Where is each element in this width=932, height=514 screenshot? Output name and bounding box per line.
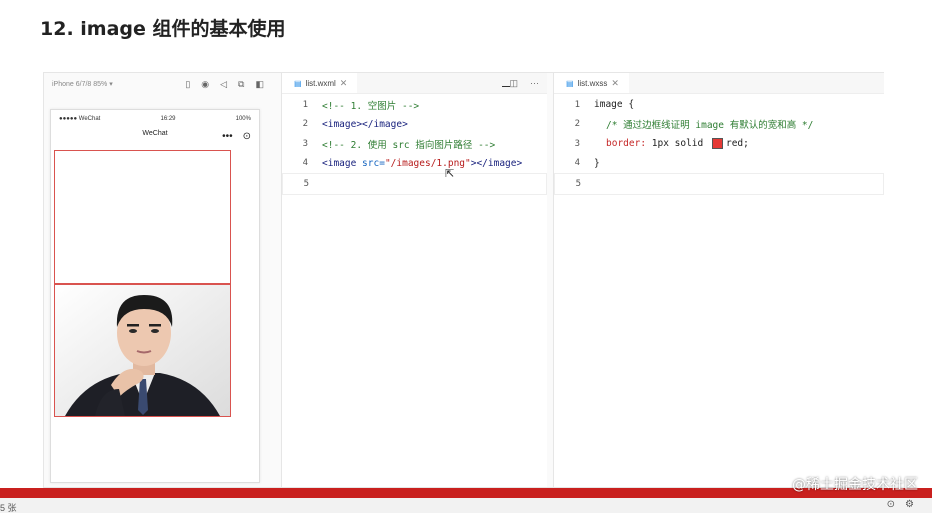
code-comment: /* 通过边框线证明 image 有默认的宽和高 */ bbox=[606, 120, 814, 132]
file-icon: ▤ bbox=[566, 78, 574, 88]
code-tag: <image bbox=[322, 157, 363, 169]
line-number: 2 bbox=[302, 119, 308, 130]
code-attr: src= bbox=[362, 157, 385, 169]
code-property: border: bbox=[606, 138, 647, 150]
portrait-image bbox=[54, 284, 231, 417]
phone-icon[interactable]: ▯ bbox=[185, 79, 190, 90]
line-number: 1 bbox=[302, 99, 308, 110]
line-number: 5 bbox=[303, 178, 309, 189]
line-number: 5 bbox=[575, 178, 581, 189]
tab-list-wxss[interactable]: ▤ list.wxss ✕ bbox=[554, 73, 629, 93]
wxss-tabbar: ▤ list.wxss ✕ bbox=[554, 73, 884, 94]
divider-mark bbox=[502, 86, 510, 87]
wxss-editor[interactable]: ▤ list.wxss ✕ 1 image { 2 /* 通过边框线证明 ima… bbox=[553, 73, 884, 487]
slide-title: 12. image 组件的基本使用 bbox=[40, 18, 286, 40]
line-number: 4 bbox=[302, 158, 308, 169]
code-line: 4 <image src= "/images/1.png" ></image> bbox=[282, 154, 547, 174]
code-line-active: 5 bbox=[554, 173, 884, 195]
time-text: 16:29 bbox=[160, 116, 176, 122]
code-comment: <!-- 1. 空图片 --> bbox=[322, 100, 420, 112]
wxml-code[interactable]: 1 <!-- 1. 空图片 --> 2 <image></image> 3 <!… bbox=[282, 95, 547, 195]
battery-text: 100% bbox=[235, 116, 251, 122]
color-swatch[interactable] bbox=[711, 138, 723, 150]
ide-window: iPhone 6/7/8 85% ▾ ▯ ◉ ◁ ⧉ ◧ ●●●●● WeCha… bbox=[43, 72, 884, 488]
empty-image bbox=[54, 150, 231, 284]
tab-list-wxml[interactable]: ▤ list.wxml ✕ bbox=[282, 73, 358, 93]
code-value: 1px solid bbox=[646, 138, 709, 150]
simulator-toolbar: iPhone 6/7/8 85% ▾ ▯ ◉ ◁ ⧉ ◧ bbox=[44, 73, 272, 95]
wxss-code[interactable]: 1 image { 2 /* 通过边框线证明 image 有默认的宽和高 */ … bbox=[554, 95, 884, 195]
split-editor-icon[interactable]: ◫ bbox=[509, 78, 518, 89]
code-selector: image { bbox=[594, 99, 635, 111]
watermark: @稀土掘金技术社区 bbox=[792, 477, 918, 493]
code-tag: <image></image> bbox=[322, 118, 408, 130]
mouse-cursor-icon: ⇱ bbox=[445, 168, 455, 180]
record-icon[interactable]: ◉ bbox=[201, 79, 209, 90]
code-string: "/images/1.png" bbox=[384, 157, 471, 169]
portrait-illustration bbox=[55, 285, 230, 416]
file-icon: ▤ bbox=[294, 78, 302, 88]
sound-icon[interactable]: ◁ bbox=[220, 79, 227, 90]
code-line: 2 /* 通过边框线证明 image 有默认的宽和高 */ bbox=[554, 115, 884, 135]
capsule-menu[interactable]: ••• ⊙ bbox=[222, 131, 251, 142]
more-actions-icon[interactable]: ··· bbox=[530, 78, 539, 89]
code-value: red; bbox=[725, 138, 749, 150]
line-number: 4 bbox=[574, 158, 580, 169]
line-number: 2 bbox=[574, 119, 580, 130]
more-icon[interactable]: ••• bbox=[222, 131, 233, 142]
close-icon[interactable]: ✕ bbox=[611, 78, 619, 89]
wxml-editor[interactable]: ▤ list.wxml ✕ ◫ ··· 1 <!-- 1. 空图片 --> 2 … bbox=[281, 73, 547, 487]
footer-bar: 5 张 ⊙ ⚙ bbox=[0, 498, 932, 513]
signal-text: ●●●●● WeChat bbox=[59, 116, 101, 122]
zoom-icon[interactable]: ⊙ bbox=[887, 499, 895, 510]
tab-label: list.wxss bbox=[577, 78, 608, 88]
footer-left-text: 5 张 bbox=[0, 503, 17, 513]
close-target-icon[interactable]: ⊙ bbox=[243, 131, 251, 142]
device-selector[interactable]: iPhone 6/7/8 85% ▾ bbox=[52, 80, 113, 88]
code-selector: } bbox=[594, 157, 600, 169]
tab-label: list.wxml bbox=[305, 78, 336, 88]
status-bar: ●●●●● WeChat 16:29 100% bbox=[51, 116, 259, 126]
close-icon[interactable]: ✕ bbox=[340, 78, 348, 89]
code-line: 1 <!-- 1. 空图片 --> bbox=[282, 95, 547, 115]
code-line: 2 <image></image> bbox=[282, 115, 547, 135]
code-line: 3 <!-- 2. 使用 src 指向图片路径 --> bbox=[282, 134, 547, 154]
code-line: 3 border: 1px solid red; bbox=[554, 134, 884, 154]
code-line-active: 5 bbox=[282, 173, 547, 195]
settings-icon[interactable]: ⚙ bbox=[905, 499, 914, 510]
code-line: 1 image { bbox=[554, 95, 884, 115]
code-line: 4 } bbox=[554, 154, 884, 174]
line-number: 1 bbox=[574, 99, 580, 110]
line-number: 3 bbox=[302, 138, 308, 149]
line-number: 3 bbox=[574, 138, 580, 149]
wxml-tabbar: ▤ list.wxml ✕ ◫ ··· bbox=[282, 73, 547, 94]
phone-screen: ●●●●● WeChat 16:29 100% WeChat ••• ⊙ bbox=[50, 109, 260, 483]
code-comment: <!-- 2. 使用 src 指向图片路径 --> bbox=[322, 139, 496, 151]
split-icon[interactable]: ◧ bbox=[255, 79, 264, 90]
window-icon[interactable]: ⧉ bbox=[238, 79, 244, 90]
code-tag: ></image> bbox=[470, 157, 523, 169]
